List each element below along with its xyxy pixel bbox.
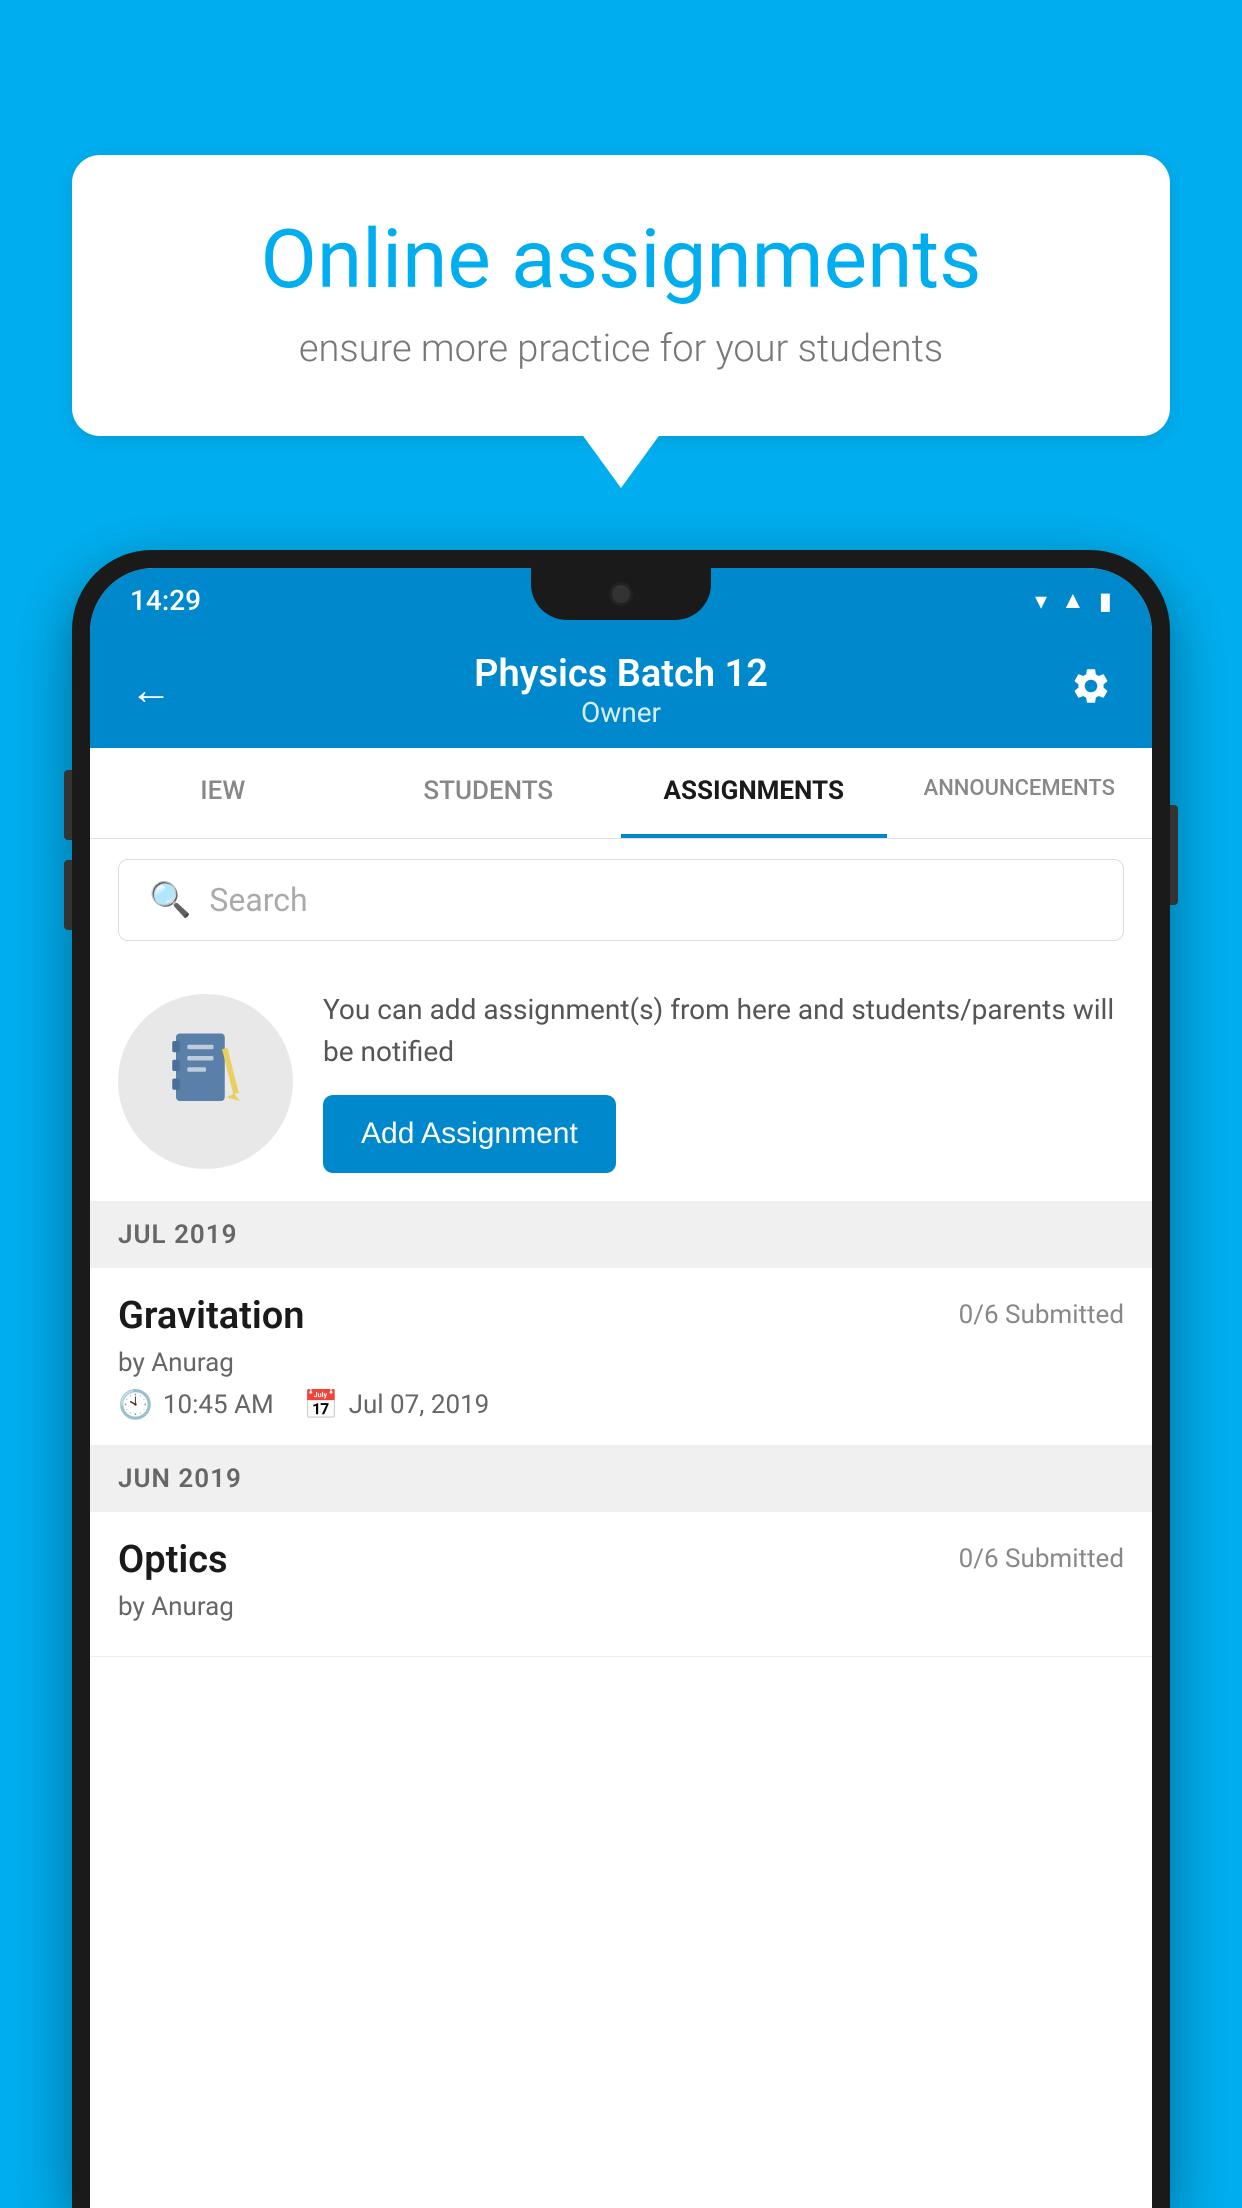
battery-icon: ▮ — [1099, 587, 1112, 615]
tab-assignments[interactable]: ASSIGNMENTS — [621, 748, 887, 838]
speech-bubble-subtitle: ensure more practice for your students — [142, 327, 1100, 371]
assignment-item-gravitation[interactable]: Gravitation 0/6 Submitted by Anurag 🕙 10… — [90, 1268, 1152, 1446]
phone-screen: 14:29 ▾ ▲ ▮ ← Physics Batch 12 Owner IEW — [90, 568, 1152, 2208]
tab-students[interactable]: STUDENTS — [356, 748, 622, 838]
assignment-header: Gravitation 0/6 Submitted — [118, 1294, 1124, 1338]
assignment-header-optics: Optics 0/6 Submitted — [118, 1538, 1124, 1582]
signal-icon: ▲ — [1061, 586, 1085, 615]
top-bar-subtitle: Owner — [474, 696, 768, 729]
assignment-item-optics[interactable]: Optics 0/6 Submitted by Anurag — [90, 1512, 1152, 1657]
speech-bubble: Online assignments ensure more practice … — [72, 155, 1170, 436]
status-icons: ▾ ▲ ▮ — [1035, 586, 1112, 615]
assignment-title-optics: Optics — [118, 1538, 228, 1582]
settings-button[interactable] — [1070, 665, 1112, 717]
phone-frame: 14:29 ▾ ▲ ▮ ← Physics Batch 12 Owner IEW — [72, 550, 1170, 2208]
promo-section: You can add assignment(s) from here and … — [90, 961, 1152, 1202]
clock-icon: 🕙 — [118, 1388, 153, 1421]
assignment-author: by Anurag — [118, 1348, 1124, 1378]
top-bar: ← Physics Batch 12 Owner — [90, 633, 1152, 748]
assignment-time-value: 10:45 AM — [163, 1390, 274, 1420]
assignment-submitted: 0/6 Submitted — [959, 1300, 1124, 1330]
speech-bubble-container: Online assignments ensure more practice … — [72, 155, 1170, 436]
status-time: 14:29 — [130, 584, 201, 617]
calendar-icon: 📅 — [304, 1388, 339, 1421]
notebook-icon — [161, 1026, 251, 1136]
tab-iew[interactable]: IEW — [90, 748, 356, 838]
assignment-time: 🕙 10:45 AM — [118, 1388, 274, 1421]
search-area: 🔍 Search — [90, 839, 1152, 961]
section-header-jul: JUL 2019 — [90, 1202, 1152, 1268]
assignment-date-value: Jul 07, 2019 — [349, 1390, 490, 1420]
tabs-bar: IEW STUDENTS ASSIGNMENTS ANNOUNCEMENTS — [90, 748, 1152, 839]
assignment-title: Gravitation — [118, 1294, 305, 1338]
volume-down-button — [64, 860, 72, 930]
assignment-meta: 🕙 10:45 AM 📅 Jul 07, 2019 — [118, 1388, 1124, 1421]
volume-up-button — [64, 770, 72, 840]
assignment-date: 📅 Jul 07, 2019 — [304, 1388, 490, 1421]
section-header-jun: JUN 2019 — [90, 1446, 1152, 1512]
speech-bubble-title: Online assignments — [142, 215, 1100, 305]
promo-content: You can add assignment(s) from here and … — [323, 989, 1124, 1173]
back-button[interactable]: ← — [130, 666, 172, 715]
tab-announcements[interactable]: ANNOUNCEMENTS — [887, 748, 1153, 838]
assignment-author-optics: by Anurag — [118, 1592, 1124, 1622]
power-button — [1170, 805, 1178, 905]
assignment-submitted-optics: 0/6 Submitted — [959, 1544, 1124, 1574]
search-bar[interactable]: 🔍 Search — [118, 859, 1124, 941]
add-assignment-button[interactable]: Add Assignment — [323, 1095, 616, 1173]
promo-icon-circle — [118, 994, 293, 1169]
top-bar-title-area: Physics Batch 12 Owner — [474, 652, 768, 729]
top-bar-title: Physics Batch 12 — [474, 652, 768, 696]
search-placeholder: Search — [209, 881, 307, 919]
wifi-icon: ▾ — [1035, 587, 1047, 615]
front-camera — [609, 582, 633, 606]
promo-text: You can add assignment(s) from here and … — [323, 989, 1124, 1073]
phone-notch — [531, 568, 711, 620]
search-icon: 🔍 — [149, 880, 191, 920]
